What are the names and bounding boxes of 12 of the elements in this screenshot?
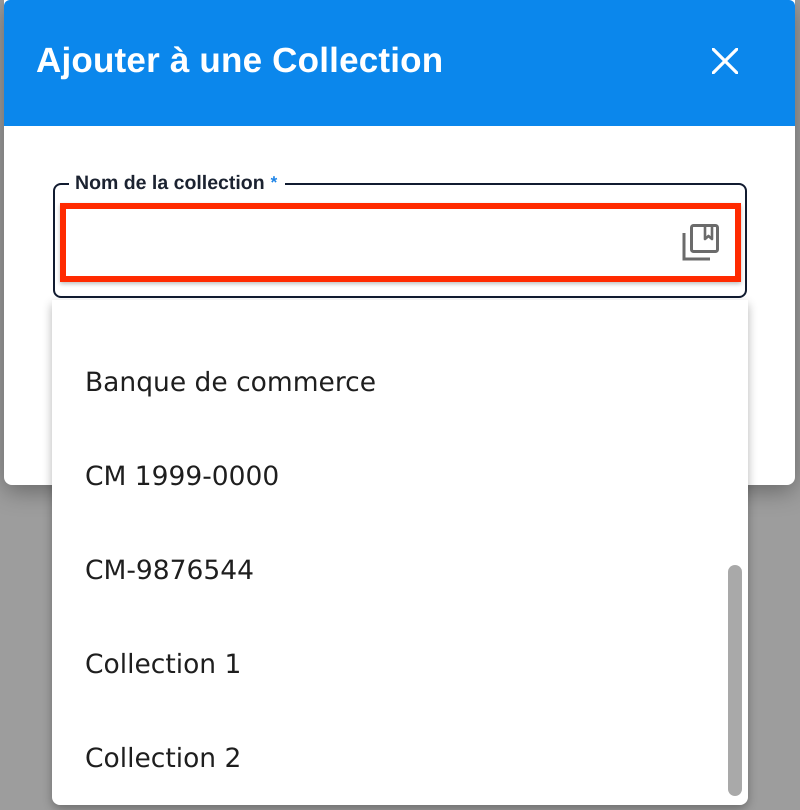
close-icon	[712, 48, 738, 74]
dropdown-option[interactable]: Collection 1	[52, 617, 748, 711]
dialog-title: Ajouter à une Collection	[36, 41, 444, 81]
close-button[interactable]	[712, 48, 738, 74]
dropdown-option[interactable]: CM-9876544	[52, 523, 748, 617]
required-mark: *	[270, 172, 278, 194]
stacked-bookmark-icon	[681, 224, 719, 262]
dropdown-option[interactable]: CM 1999-0000	[52, 429, 748, 523]
scrollbar-thumb[interactable]	[728, 565, 742, 796]
field-label: Nom de la collection	[75, 172, 265, 194]
dropdown-option[interactable]: Banque de commerce	[52, 335, 748, 429]
dropdown-option[interactable]: Collection 2	[52, 711, 748, 805]
